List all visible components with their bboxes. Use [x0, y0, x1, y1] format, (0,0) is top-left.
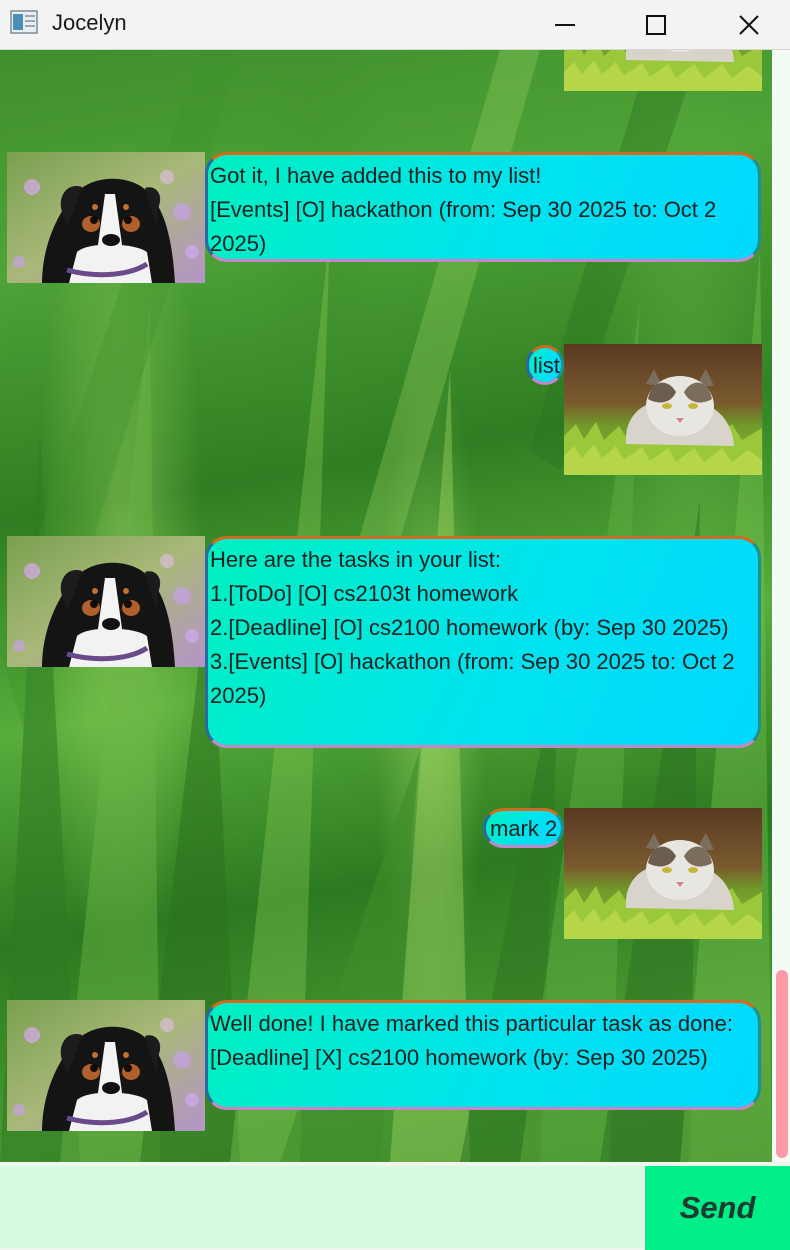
- minimize-button[interactable]: [542, 0, 588, 49]
- maximize-icon: [646, 14, 666, 35]
- bot-message: Well done! I have marked this particular…: [205, 1000, 761, 1110]
- dialog-scroll-pane[interactable]: Got it, I have added this to my list! [E…: [0, 50, 772, 1162]
- bot-message: Got it, I have added this to my list! [E…: [205, 152, 761, 262]
- dog-avatar: [7, 1000, 205, 1131]
- cat-avatar: [564, 344, 762, 475]
- cat-avatar: [564, 50, 762, 91]
- bot-avatar: [7, 1000, 205, 1131]
- title-bar: Jocelyn: [0, 0, 790, 50]
- message-input[interactable]: [0, 1166, 643, 1248]
- close-button[interactable]: [726, 0, 772, 49]
- user-message: list: [526, 345, 564, 385]
- send-button[interactable]: Send: [645, 1166, 790, 1250]
- user-avatar: [564, 344, 762, 475]
- user-message: mark 2: [483, 808, 564, 848]
- bot-message: Here are the tasks in your list: 1.[ToDo…: [205, 536, 761, 748]
- app-window-icon: [10, 10, 38, 34]
- cat-avatar: [564, 808, 762, 939]
- minimize-icon: [555, 23, 575, 26]
- dog-avatar: [7, 152, 205, 283]
- dog-avatar: [7, 536, 205, 667]
- maximize-button[interactable]: [633, 0, 679, 49]
- scrollbar-thumb[interactable]: [776, 970, 788, 1158]
- window-title: Jocelyn: [52, 10, 127, 35]
- bot-avatar: [7, 536, 205, 667]
- close-icon: [739, 14, 759, 35]
- user-avatar: [564, 808, 762, 939]
- user-avatar: [564, 50, 762, 91]
- bot-avatar: [7, 152, 205, 283]
